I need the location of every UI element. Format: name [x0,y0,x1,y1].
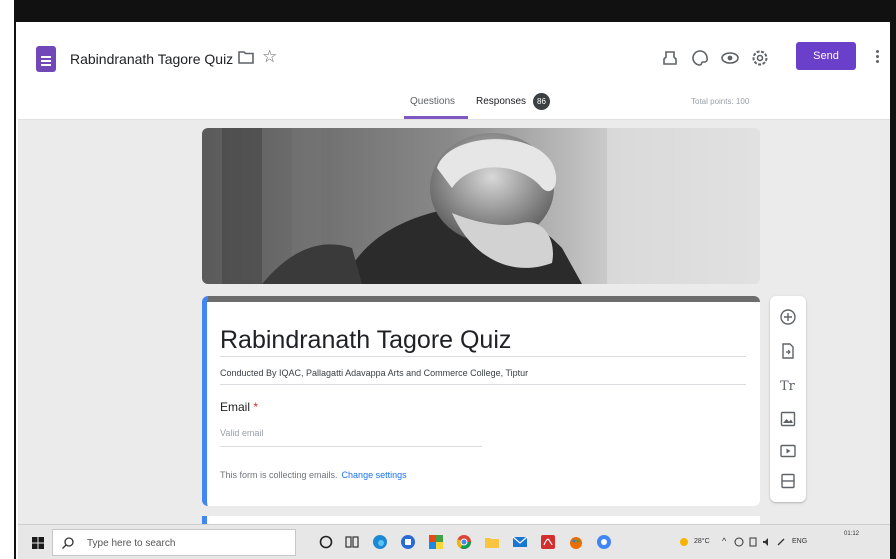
svg-text:Tr: Tr [780,379,796,394]
card-accent-bar [207,296,760,302]
document-title[interactable]: Rabindranath Tagore Quiz [70,51,233,67]
add-video-icon[interactable] [779,442,797,460]
divider [220,384,746,385]
cortana-icon[interactable] [318,534,334,550]
form-title[interactable]: Rabindranath Tagore Quiz [220,326,511,355]
windows-taskbar: Type here to search 28°C ^ ENG 01:12 [18,524,890,559]
chrome-icon[interactable] [456,534,472,550]
email-label-text: Email [220,400,251,414]
clock[interactable]: 01:12 [844,531,859,537]
tray-overflow-icon[interactable]: ^ [722,536,726,546]
add-title-icon[interactable]: Tr [779,376,797,394]
collecting-emails-notice: This form is collecting emails. Change se… [220,470,407,480]
language-indicator[interactable]: ENG [792,538,807,545]
change-settings-link[interactable]: Change settings [342,470,407,480]
taskbar-search-input[interactable]: Type here to search [52,529,296,556]
volume-icon[interactable] [762,537,772,547]
required-marker: * [253,400,259,414]
form-description[interactable]: Conducted By IQAC, Pallagatti Adavappa A… [220,368,528,378]
search-icon [62,537,74,549]
responses-count-badge: 86 [533,93,550,110]
send-button[interactable]: Send [796,42,856,70]
temperature[interactable]: 28°C [694,538,710,545]
screen-left-border [0,0,16,559]
form-editor-canvas: Rabindranath Tagore Quiz Conducted By IQ… [18,120,890,526]
forms-header: Rabindranath Tagore Quiz ☆ Send Question… [18,22,890,120]
side-toolbar: Tr [770,296,806,502]
tab-responses[interactable]: Responses [476,96,526,107]
pen-icon[interactable] [776,537,786,547]
active-tab-indicator [404,116,468,119]
collecting-emails-text: This form is collecting emails. [220,470,338,480]
more-options-icon[interactable] [874,48,880,66]
mail-icon[interactable] [512,534,528,550]
forms-logo-icon[interactable] [36,46,56,72]
network-icon[interactable] [734,537,744,547]
form-header-card[interactable]: Rabindranath Tagore Quiz Conducted By IQ… [202,296,760,506]
add-section-icon[interactable] [779,472,797,490]
star-icon[interactable]: ☆ [262,48,277,65]
search-placeholder: Type here to search [87,538,176,549]
edge-browser-icon[interactable] [372,534,388,550]
tab-questions[interactable]: Questions [410,96,455,107]
add-image-icon[interactable] [779,410,797,428]
add-question-icon[interactable] [779,308,797,326]
settings-icon[interactable] [750,48,770,68]
browser-icon[interactable] [400,534,416,550]
import-questions-icon[interactable] [779,342,797,360]
total-points: Total points: 100 [691,97,750,106]
screen-top-border [0,0,896,22]
screen-right-border [890,0,896,559]
pdf-reader-icon[interactable] [540,534,556,550]
email-question-label: Email * [220,400,258,414]
file-explorer-icon[interactable] [484,534,500,550]
task-view-icon[interactable] [344,534,360,550]
email-field-underline [220,446,482,447]
battery-icon[interactable] [748,537,758,547]
header-image-tagore-portrait[interactable] [202,128,760,284]
palette-icon[interactable] [690,48,710,68]
windows-start-icon[interactable] [32,537,44,549]
colorful-app-icon[interactable] [428,534,444,550]
paint-app-icon[interactable] [568,534,584,550]
chrome-window-icon[interactable] [596,534,612,550]
screen: Rabindranath Tagore Quiz ☆ Send Question… [0,0,896,559]
weather-icon[interactable] [678,536,690,548]
customize-icon[interactable] [660,48,680,68]
preview-icon[interactable] [720,48,740,68]
divider [220,356,746,357]
email-field[interactable]: Valid email [220,428,263,438]
folder-icon[interactable] [238,50,254,64]
